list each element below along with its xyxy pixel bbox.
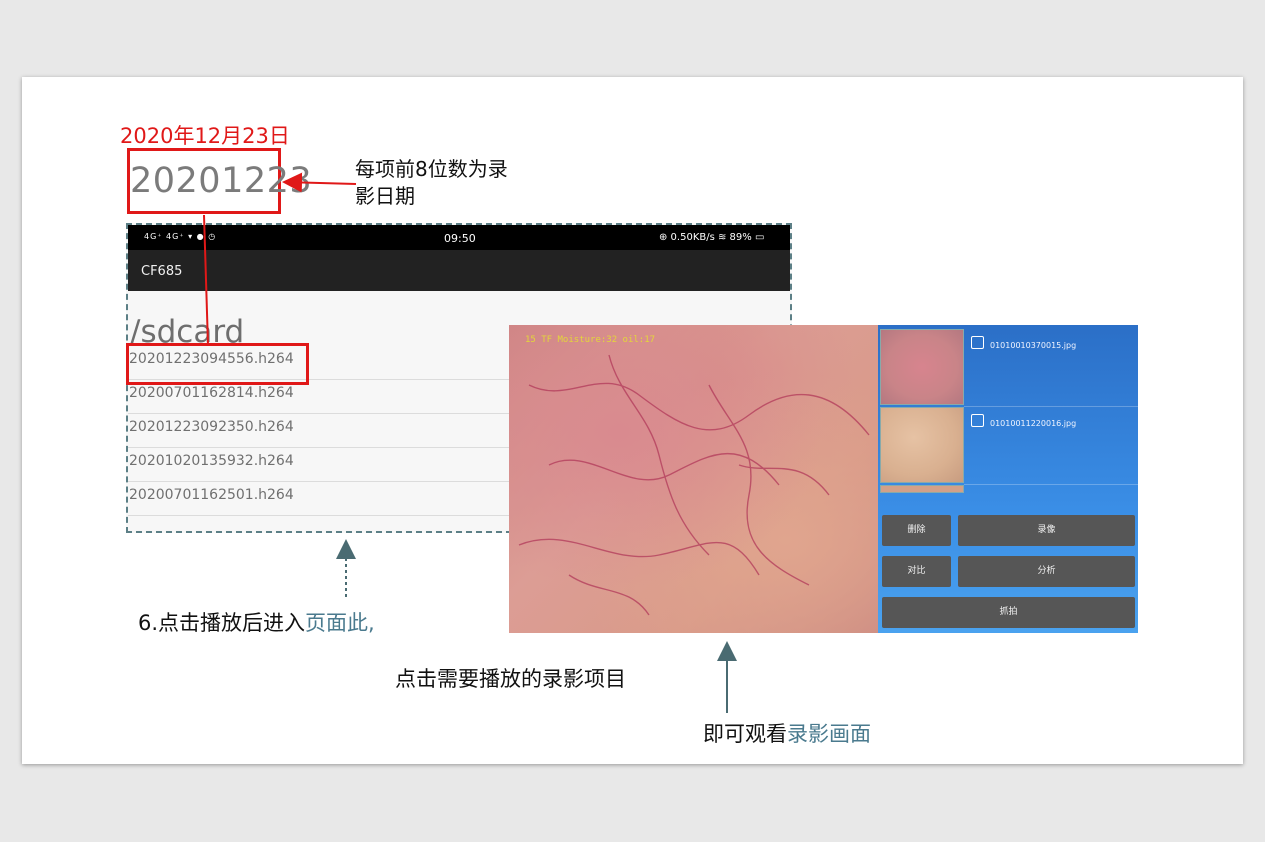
delete-button[interactable]: 删除 (882, 515, 951, 546)
first-file-highlight-box (126, 343, 309, 385)
select-hint: 点击需要播放的录影项目 (395, 667, 626, 691)
measurement-overlay: 15 TF Moisture:32 oil:17 (525, 335, 656, 345)
slide: 2020年12月23日 20201223 每项前8位数为录 影日期 4G⁺ 4G… (22, 77, 1243, 764)
row-divider (964, 406, 1138, 407)
side-panel: 01010010370015.jpg 01010011220016.jpg 删除… (878, 325, 1138, 633)
signal-icons: 4G⁺ 4G⁺ ▾ ● ◷ (144, 232, 217, 241)
thumbnail[interactable] (880, 407, 964, 483)
view-hint-prefix: 即可观看 (703, 722, 787, 746)
playback-screen: 15 TF Moisture:32 oil:17 01010010370015.… (509, 325, 1138, 633)
app-title: CF685 (141, 264, 183, 279)
file-name: 01010011220016.jpg (990, 419, 1077, 428)
status-bar: 4G⁺ 4G⁺ ▾ ● ◷ 09:50 ⊕ 0.50KB/s ≋ 89% ▭ (128, 225, 790, 250)
date-annotation: 2020年12月23日 (120, 124, 290, 148)
date-callout: 每项前8位数为录 影日期 (355, 156, 545, 210)
file-name: 01010010370015.jpg (990, 341, 1077, 350)
step-highlight: 页面此, (305, 611, 375, 635)
compare-button[interactable]: 对比 (882, 556, 951, 587)
app-bar: CF685 (128, 250, 790, 291)
analyze-button[interactable]: 分析 (958, 556, 1135, 587)
thumbnail[interactable] (880, 329, 964, 405)
view-hint: 即可观看录影画面 (703, 718, 871, 748)
step-prefix: 6.点击播放后进入 (138, 611, 306, 635)
status-right-icons: ⊕ 0.50KB/s ≋ 89% ▭ (659, 232, 765, 243)
capture-button[interactable]: 抓拍 (882, 597, 1135, 628)
step-label: 6.点击播放后进入页面此, (138, 607, 375, 637)
video-frame[interactable]: 15 TF Moisture:32 oil:17 (509, 325, 878, 633)
checkbox[interactable] (971, 414, 984, 427)
callout-line-1: 每项前8位数为录 (355, 157, 508, 181)
thumbnail[interactable] (880, 485, 964, 493)
big-date-text: 20201223 (130, 161, 313, 201)
vein-texture (518, 354, 870, 616)
record-button[interactable]: 录像 (958, 515, 1135, 546)
checkbox[interactable] (971, 336, 984, 349)
row-divider (964, 484, 1138, 485)
callout-line-2: 影日期 (355, 184, 415, 208)
view-hint-highlight: 录影画面 (787, 722, 871, 746)
status-time: 09:50 (444, 232, 476, 245)
